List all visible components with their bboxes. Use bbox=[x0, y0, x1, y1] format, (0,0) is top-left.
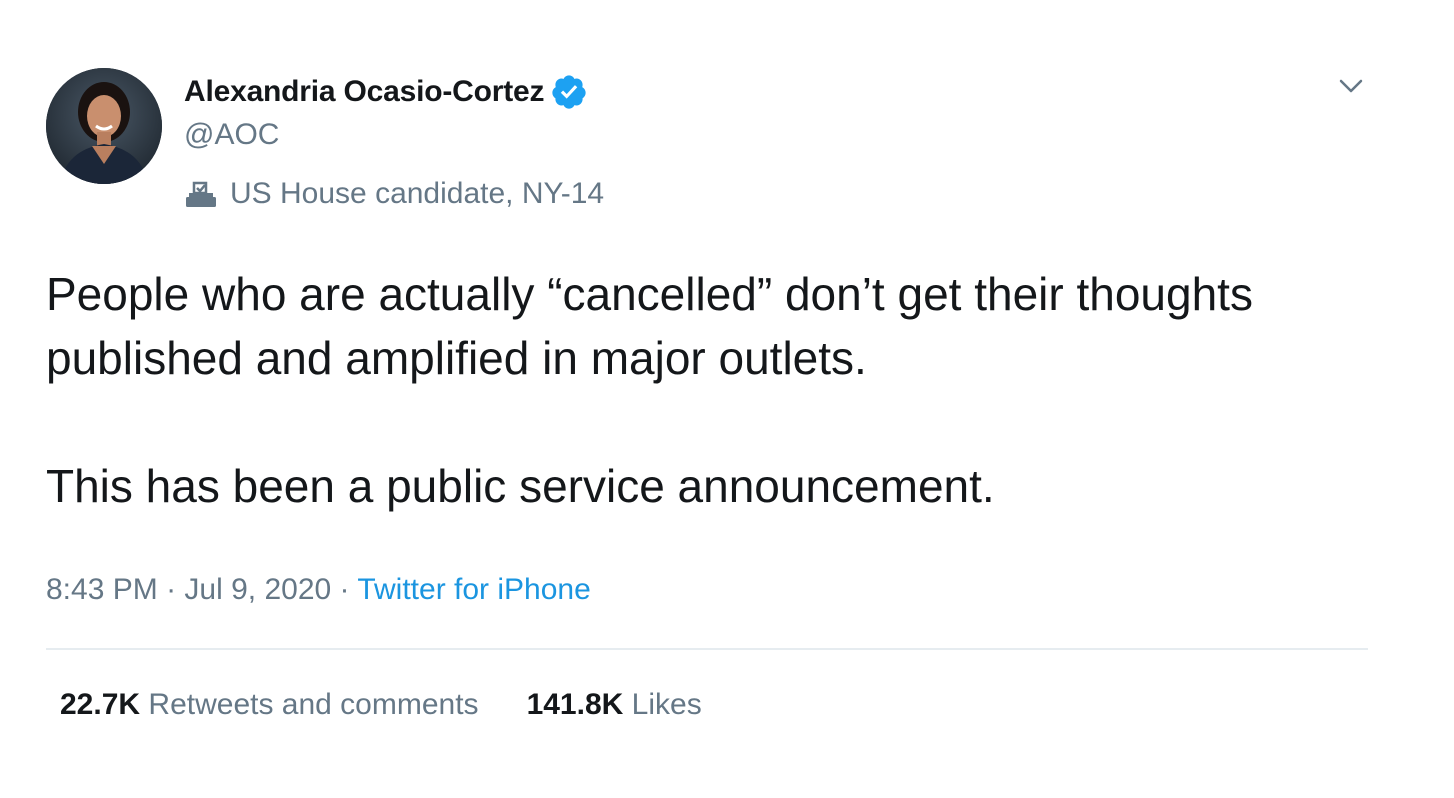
divider bbox=[46, 648, 1368, 650]
likes-label: Likes bbox=[631, 688, 702, 721]
author-display-name[interactable]: Alexandria Ocasio-Cortez bbox=[184, 75, 545, 109]
ballot-box-icon bbox=[184, 179, 218, 209]
tweet-card: Alexandria Ocasio-Cortez @AOC US House c… bbox=[0, 0, 1454, 798]
avatar[interactable] bbox=[46, 68, 162, 184]
tweet-time[interactable]: 8:43 PM bbox=[46, 573, 158, 606]
retweets-count: 22.7K bbox=[60, 688, 141, 721]
retweets-label: Retweets and comments bbox=[148, 688, 479, 721]
meta-separator: · bbox=[339, 573, 350, 606]
likes-stat[interactable]: 141.8K Likes bbox=[527, 688, 702, 722]
meta-separator: · bbox=[166, 573, 177, 606]
retweets-stat[interactable]: 22.7K Retweets and comments bbox=[60, 688, 479, 722]
verified-badge-icon bbox=[550, 73, 588, 111]
tweet-stats: 22.7K Retweets and comments 141.8K Likes bbox=[60, 688, 702, 722]
tweet-text: People who are actually “cancelled” don’… bbox=[46, 262, 1376, 518]
author-name-row: Alexandria Ocasio-Cortez bbox=[184, 72, 588, 112]
tweet-paragraph: People who are actually “cancelled” don’… bbox=[46, 268, 1253, 384]
account-label-text: US House candidate, NY-14 bbox=[230, 177, 605, 210]
tweet-date[interactable]: Jul 9, 2020 bbox=[184, 573, 331, 606]
account-label-row: US House candidate, NY-14 bbox=[184, 174, 604, 214]
chevron-down-icon[interactable] bbox=[1336, 74, 1366, 98]
tweet-source-link[interactable]: Twitter for iPhone bbox=[357, 573, 590, 606]
likes-count: 141.8K bbox=[526, 688, 624, 721]
tweet-metadata: 8:43 PM · Jul 9, 2020 · Twitter for iPho… bbox=[46, 573, 591, 607]
tweet-paragraph: This has been a public service announcem… bbox=[46, 460, 995, 512]
author-handle[interactable]: @AOC bbox=[184, 118, 279, 152]
